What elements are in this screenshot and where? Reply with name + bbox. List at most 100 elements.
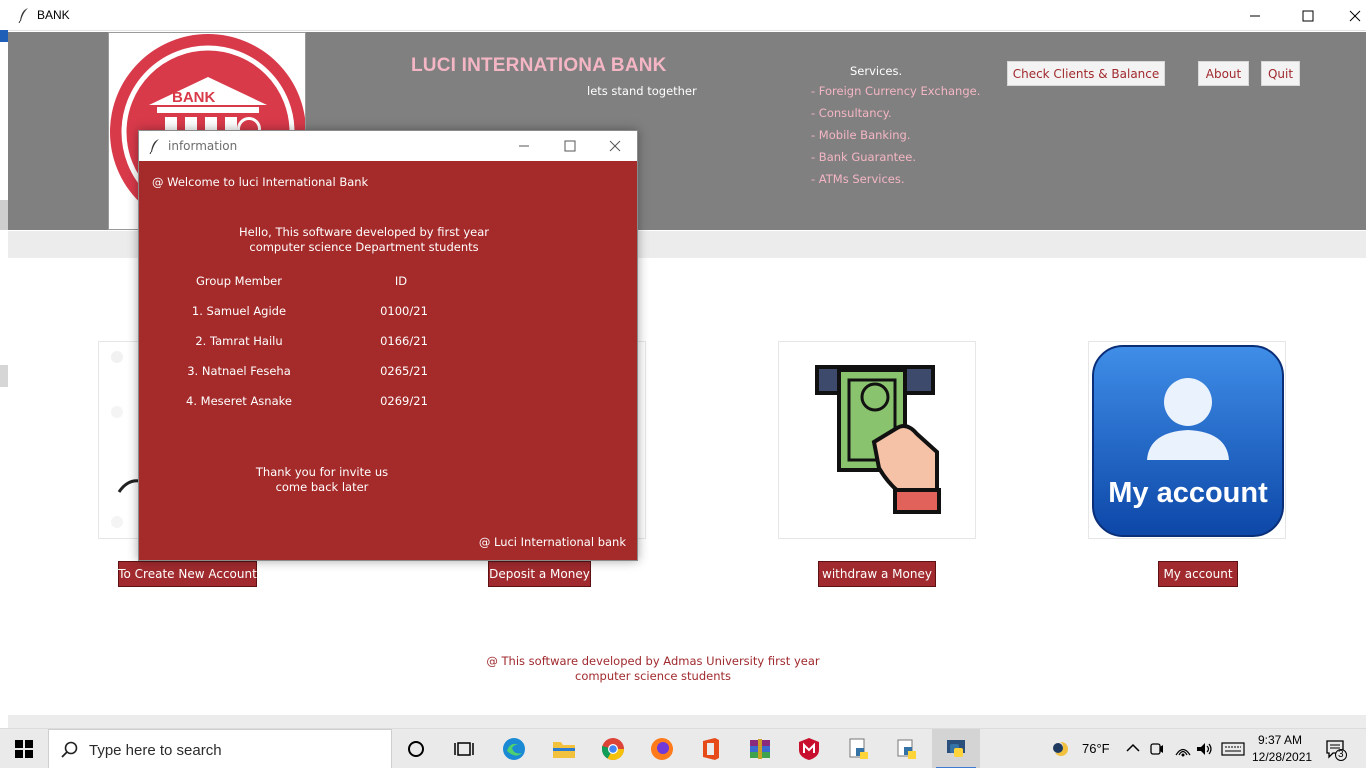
weather-temperature[interactable]: 76°F <box>1082 741 1110 756</box>
services-heading: Services. <box>850 64 903 78</box>
withdraw-button[interactable]: withdraw a Money <box>818 561 936 587</box>
wifi-icon[interactable] <box>1174 741 1192 757</box>
clock-date[interactable]: 12/28/2021 <box>1252 750 1312 764</box>
dialog-thanks-line-1: Thank you for invite us <box>255 465 389 479</box>
member-name: 1. Samuel Agide <box>191 304 287 318</box>
desktop-edge <box>0 0 8 728</box>
cortana-icon <box>408 741 424 757</box>
close-icon <box>609 140 621 152</box>
python-file-icon <box>849 738 868 759</box>
feather-app-icon <box>149 139 159 154</box>
member-col-header: Group Member <box>196 274 282 288</box>
information-dialog: information @ Welcome to luci Internatio… <box>138 130 638 561</box>
python-running-app-button[interactable] <box>932 729 980 768</box>
start-button[interactable] <box>0 729 48 768</box>
winrar-taskbar-button[interactable] <box>736 729 784 768</box>
bank-logo-text: BANK <box>172 89 216 106</box>
chevron-up-icon[interactable] <box>1126 743 1140 753</box>
meet-now-icon[interactable] <box>1150 741 1164 757</box>
maximize-button[interactable] <box>1285 0 1331 31</box>
dialog-welcome: @ Welcome to luci International Bank <box>152 175 369 189</box>
search-icon <box>61 741 78 758</box>
weather-icon <box>1051 741 1068 756</box>
dialog-titlebar: information <box>139 131 637 161</box>
main-titlebar: BANK <box>8 0 1366 31</box>
member-name: 3. Natnael Feseha <box>187 364 291 378</box>
quit-button[interactable]: Quit <box>1261 61 1300 86</box>
taskbar: Type here to search 76°F 9:37 AM 12/28/2… <box>0 728 1366 768</box>
python-idle-taskbar-button[interactable] <box>834 729 882 768</box>
my-account-tile-text: My account <box>1108 477 1268 509</box>
minimize-icon <box>519 145 529 147</box>
windows-logo-icon <box>15 740 33 758</box>
feather-app-icon <box>18 8 28 23</box>
main-window-title: BANK <box>37 8 70 22</box>
chrome-icon <box>602 738 624 760</box>
dialog-intro: Hello, This software developed by first … <box>214 225 514 255</box>
minimize-icon <box>1250 15 1260 16</box>
close-button[interactable] <box>1332 0 1366 31</box>
keyboard-icon[interactable] <box>1221 742 1245 756</box>
footer-note: @ This software developed by Admas Unive… <box>453 654 853 684</box>
my-account-icon: My account <box>1092 345 1284 537</box>
desktop-edge-accent <box>0 30 8 42</box>
bottom-band <box>8 715 1366 728</box>
taskbar-search[interactable]: Type here to search <box>48 729 392 768</box>
mcafee-shield-icon <box>799 738 819 760</box>
service-item: - Mobile Banking. <box>811 128 911 142</box>
volume-icon[interactable] <box>1196 741 1214 757</box>
my-account-tile: My account <box>1088 341 1286 539</box>
create-account-button[interactable]: To Create New Account <box>118 561 257 587</box>
member-id: 0269/21 <box>380 394 428 408</box>
edge-browser-icon <box>503 738 525 760</box>
bank-title: LUCI INTERNATIONA BANK <box>411 55 667 76</box>
desktop-edge-shade <box>0 200 8 230</box>
member-id: 0166/21 <box>380 334 428 348</box>
withdraw-money-icon <box>815 365 941 514</box>
check-clients-button[interactable]: Check Clients & Balance <box>1007 61 1165 86</box>
edge-taskbar-button[interactable] <box>490 729 538 768</box>
dialog-minimize-button[interactable] <box>501 131 547 161</box>
firefox-icon <box>651 738 673 760</box>
python-taskbar-button[interactable] <box>883 729 931 768</box>
python-app-icon <box>897 739 916 759</box>
member-id: 0265/21 <box>380 364 428 378</box>
dialog-maximize-button[interactable] <box>547 131 593 161</box>
dialog-thanks-line-2: come back later <box>275 480 369 494</box>
footer-line-2: computer science students <box>575 669 731 683</box>
dialog-signature: @ Luci International bank <box>478 535 626 549</box>
task-view-button[interactable] <box>440 729 488 768</box>
maximize-icon <box>1302 10 1314 21</box>
member-id: 0100/21 <box>380 304 428 318</box>
about-button[interactable]: About <box>1198 61 1249 86</box>
close-icon <box>1349 10 1361 21</box>
service-item: - Bank Guarantee. <box>811 150 916 164</box>
office-icon <box>703 738 719 760</box>
member-name: 2. Tamrat Hailu <box>195 334 283 348</box>
cortana-button[interactable] <box>392 729 440 768</box>
service-item: - Consultancy. <box>811 106 892 120</box>
folder-icon <box>553 742 575 758</box>
python-logo-icon <box>947 740 965 757</box>
notification-badge: 3 <box>1338 749 1344 760</box>
footer-line-1: @ This software developed by Admas Unive… <box>486 654 820 668</box>
chrome-taskbar-button[interactable] <box>589 729 637 768</box>
office-taskbar-button[interactable] <box>687 729 735 768</box>
minimize-button[interactable] <box>1232 0 1278 31</box>
clock-time[interactable]: 9:37 AM <box>1258 733 1302 747</box>
deposit-button[interactable]: Deposit a Money <box>488 561 591 587</box>
file-explorer-taskbar-button[interactable] <box>540 729 588 768</box>
screen: BANK BANK LUCI INTERNATIONA BANK lets st… <box>0 0 1366 768</box>
search-placeholder: Type here to search <box>89 742 222 759</box>
desktop-edge-shade-2 <box>0 365 8 387</box>
dialog-intro-line-2: computer science Department students <box>249 240 479 254</box>
firefox-taskbar-button[interactable] <box>638 729 686 768</box>
dialog-title: information <box>168 139 238 153</box>
dialog-close-button[interactable] <box>592 131 638 161</box>
my-account-button[interactable]: My account <box>1158 561 1238 587</box>
service-item: - Foreign Currency Exchange. <box>811 84 981 98</box>
mcafee-taskbar-button[interactable] <box>785 729 833 768</box>
task-view-icon <box>454 742 474 756</box>
maximize-icon <box>564 140 576 152</box>
services-list: - Foreign Currency Exchange. - Consultan… <box>811 84 980 194</box>
